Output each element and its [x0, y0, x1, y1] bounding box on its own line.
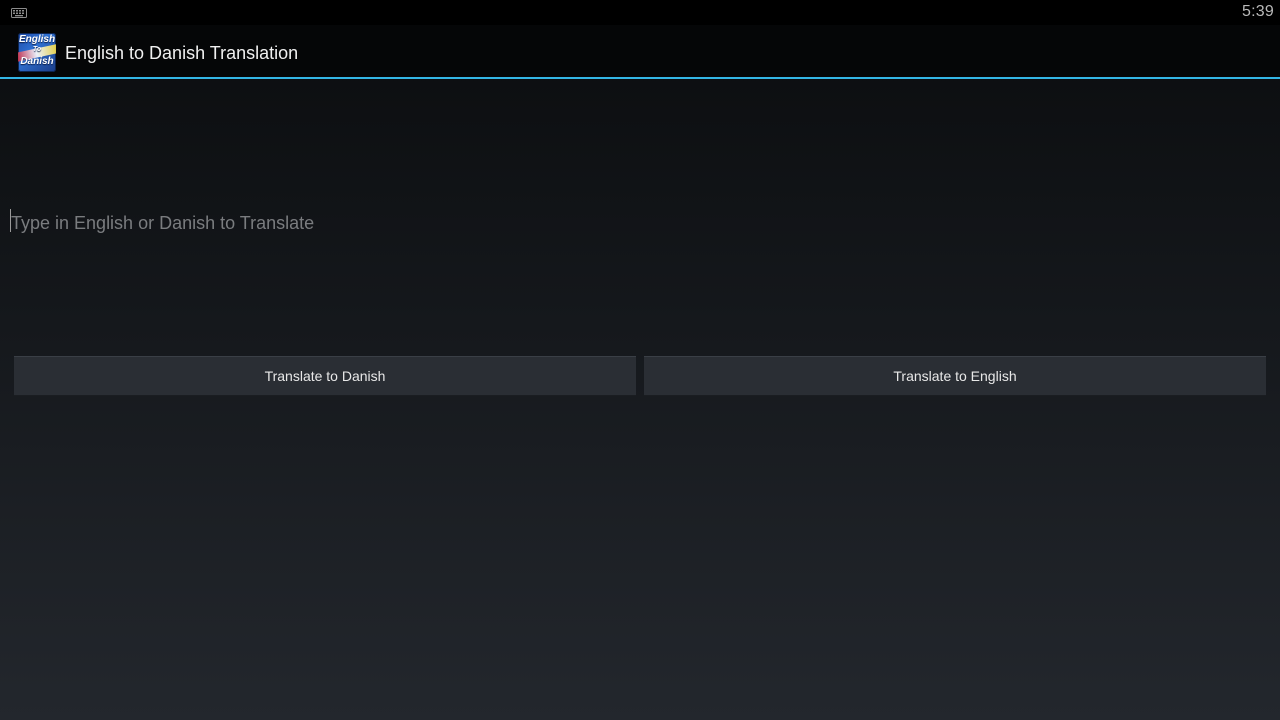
app-screen: 5:39 English To Danish English to Danish…	[0, 0, 1280, 720]
translate-to-english-button[interactable]: Translate to English	[644, 356, 1266, 396]
logo-text-to: To	[32, 46, 42, 53]
status-clock: 5:39	[1242, 3, 1274, 20]
action-bar: English To Danish English to Danish Tran…	[0, 25, 1280, 79]
logo-text-danish: Danish	[20, 56, 54, 67]
app-logo-icon[interactable]: English To Danish	[18, 33, 56, 72]
logo-text-english: English	[18, 34, 56, 45]
translate-to-danish-button[interactable]: Translate to Danish	[14, 356, 636, 396]
status-bar: 5:39	[0, 0, 1280, 25]
translate-input-container	[8, 206, 1272, 240]
keyboard-icon	[11, 8, 27, 18]
translate-input[interactable]	[8, 206, 1272, 240]
app-title: English to Danish Translation	[65, 43, 299, 63]
